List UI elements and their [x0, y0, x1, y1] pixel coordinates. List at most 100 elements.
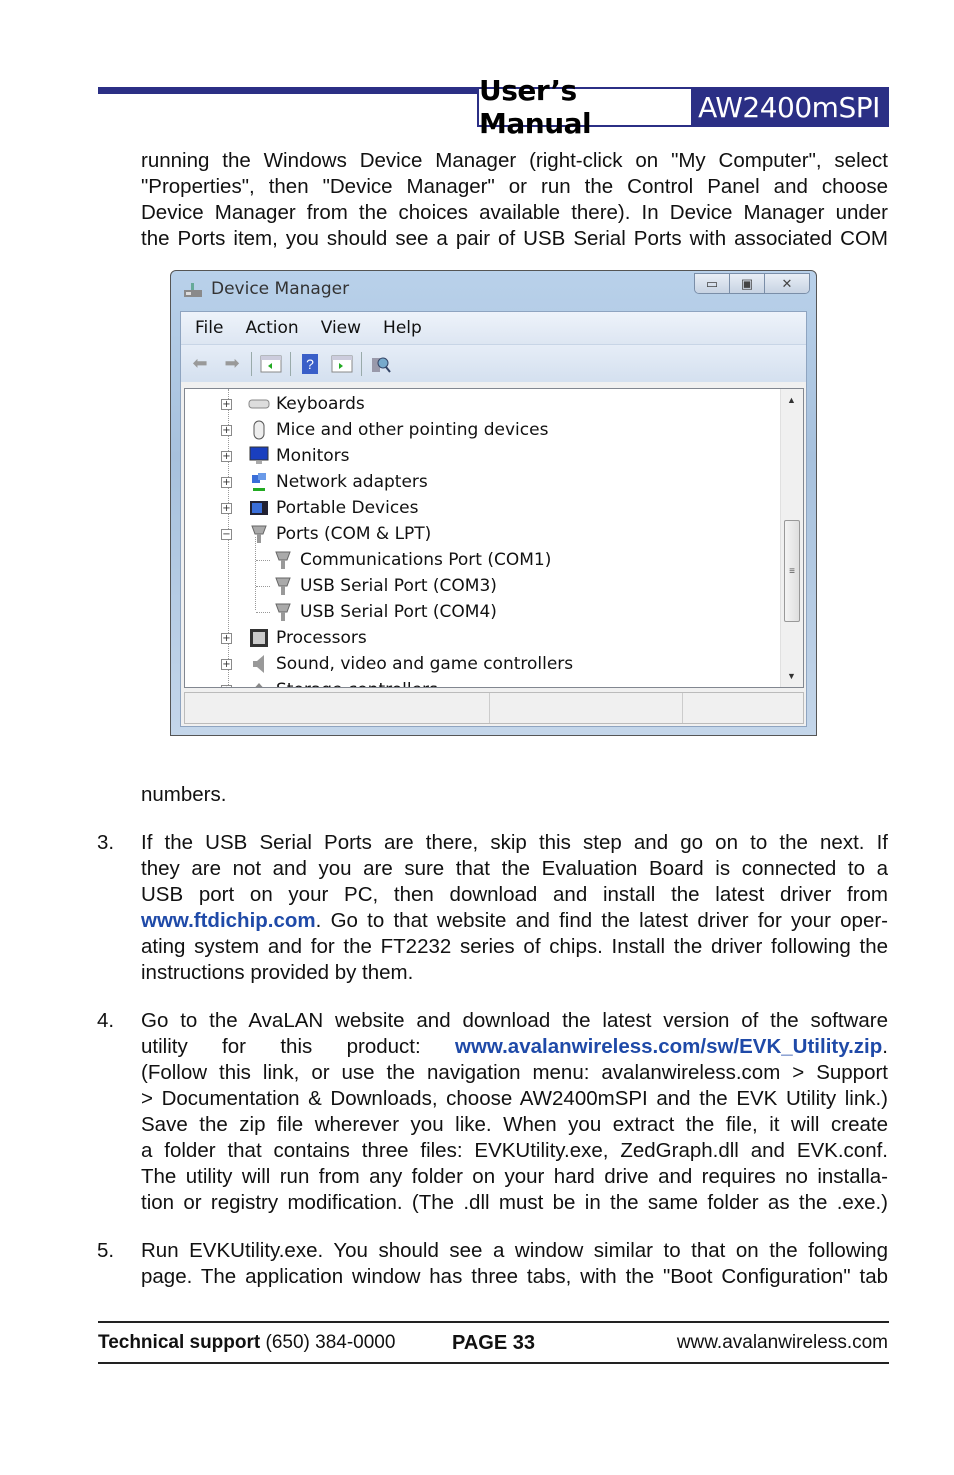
- footer-website: www.avalanwireless.com: [676, 1332, 888, 1353]
- maximize-button[interactable]: ▣: [730, 274, 765, 293]
- show-hide-console-tree-icon[interactable]: [258, 352, 284, 376]
- tree-item-label: USB Serial Port (COM4): [300, 602, 497, 622]
- status-pane: [185, 693, 490, 723]
- tree-item-processors[interactable]: + Processors: [221, 625, 367, 651]
- footer-support: Technical support (650) 384-0000: [98, 1332, 395, 1354]
- menu-view[interactable]: View: [321, 318, 361, 338]
- status-pane: [490, 693, 683, 723]
- header: User’s Manual AW2400mSPI: [477, 74, 889, 140]
- scrollbar-thumb[interactable]: ≡: [784, 520, 800, 622]
- tree-item-label: Mice and other pointing devices: [276, 420, 549, 440]
- status-bar: [184, 692, 804, 724]
- text-line: utility for this product: www.avalanwire…: [141, 1034, 888, 1060]
- expand-icon[interactable]: +: [221, 658, 232, 670]
- step-3: If the USB Serial Ports are there, skip …: [141, 830, 888, 986]
- toolbar-separator: [290, 351, 291, 376]
- toolbar-separator: [251, 351, 252, 376]
- scroll-up-arrow-icon[interactable]: ▲: [787, 395, 796, 405]
- header-rule: [98, 87, 478, 94]
- mouse-icon: [248, 420, 270, 440]
- step-5: Run EVKUtility.exe. You should see a win…: [141, 1238, 888, 1290]
- show-action-pane-icon[interactable]: [329, 352, 355, 376]
- text-line: www.ftdichip.com. Go to that website and…: [141, 908, 888, 934]
- page-number: PAGE 33: [452, 1332, 535, 1354]
- window-controls: ▭ ▣ ✕: [694, 273, 810, 294]
- forward-arrow-icon[interactable]: ➡: [219, 352, 245, 376]
- intro-continuation: numbers.: [141, 782, 888, 808]
- text-span: utility for this product:: [141, 1035, 421, 1058]
- menu-action[interactable]: Action: [245, 318, 298, 338]
- evk-utility-link[interactable]: www.avalanwireless.com/sw/EVK_Utility.zi…: [455, 1035, 882, 1058]
- text-line: If the USB Serial Ports are there, skip …: [141, 831, 888, 854]
- tree-item-label: Sound, video and game controllers: [276, 654, 574, 674]
- tree-item-label: Storage controllers: [276, 680, 438, 687]
- back-arrow-icon[interactable]: ⬅: [187, 352, 213, 376]
- tree-item-monitors[interactable]: + Monitors: [221, 443, 349, 469]
- text-line: "Properties", then "Device Manager" or r…: [141, 175, 888, 198]
- scroll-down-arrow-icon[interactable]: ▼: [787, 671, 796, 681]
- tree-item-com1[interactable]: Communications Port (COM1): [272, 547, 551, 573]
- tree-item-label: Communications Port (COM1): [300, 550, 552, 570]
- tree-item-mice[interactable]: + Mice and other pointing devices: [221, 417, 548, 443]
- text-line: page. The application window has three t…: [141, 1265, 888, 1288]
- expand-icon[interactable]: +: [221, 424, 232, 436]
- minimize-button[interactable]: ▭: [695, 274, 730, 293]
- expand-icon[interactable]: +: [221, 450, 232, 462]
- text-line: ating system and for the FT2232 series o…: [141, 935, 888, 958]
- device-tree: + Keyboards + Mice and other pointing de…: [184, 388, 804, 688]
- step-number: 3.: [97, 831, 115, 854]
- text-span: .: [882, 1035, 888, 1058]
- tree-item-storage[interactable]: + Storage controllers: [221, 677, 438, 687]
- network-icon: [248, 472, 270, 492]
- text-line: The utility will run from any folder on …: [141, 1165, 888, 1188]
- help-icon[interactable]: ?: [297, 352, 323, 376]
- text-line: running the Windows Device Manager (righ…: [141, 149, 888, 172]
- text-line: Go to the AvaLAN website and download th…: [141, 1009, 888, 1032]
- text-line: a folder that contains three files: EVKU…: [141, 1139, 888, 1162]
- collapse-icon[interactable]: −: [221, 528, 232, 540]
- scan-hardware-icon[interactable]: [368, 352, 394, 376]
- svg-text:?: ?: [306, 356, 314, 372]
- support-phone: (650) 384-0000: [265, 1332, 396, 1353]
- menu-bar: File Action View Help: [181, 312, 806, 344]
- expand-icon[interactable]: +: [221, 398, 232, 410]
- text-line: USB port on your PC, then download and i…: [141, 883, 888, 906]
- tree-item-com4[interactable]: USB Serial Port (COM4): [272, 599, 497, 625]
- product-name: AW2400mSPI: [691, 89, 887, 125]
- text-line: Device Manager from the choices availabl…: [141, 201, 888, 224]
- expand-icon[interactable]: +: [221, 476, 232, 488]
- menu-help[interactable]: Help: [383, 318, 422, 338]
- portable-device-icon: [248, 498, 270, 518]
- window-client: File Action View Help ⬅ ➡ ? + Keyboards: [180, 311, 807, 727]
- text-span: . Go to that website and find the latest…: [315, 909, 888, 932]
- menu-file[interactable]: File: [195, 318, 223, 338]
- vertical-scrollbar[interactable]: ▲ ≡ ▼: [780, 389, 803, 687]
- step-4: Go to the AvaLAN website and download th…: [141, 1008, 888, 1216]
- close-button[interactable]: ✕: [765, 274, 809, 293]
- tree-item-keyboards[interactable]: + Keyboards: [221, 391, 365, 417]
- tree-item-label: Keyboards: [276, 394, 365, 414]
- expand-icon[interactable]: +: [221, 632, 232, 644]
- keyboard-icon: [248, 394, 270, 414]
- tree-item-portable[interactable]: + Portable Devices: [221, 495, 419, 521]
- tree-item-label: USB Serial Port (COM3): [300, 576, 497, 596]
- expand-icon[interactable]: +: [221, 684, 232, 687]
- tree-item-sound[interactable]: + Sound, video and game controllers: [221, 651, 573, 677]
- tree-item-ports[interactable]: − Ports (COM & LPT): [221, 521, 431, 547]
- tree-item-label: Processors: [276, 628, 367, 648]
- step-number: 5.: [97, 1239, 115, 1262]
- step-number: 4.: [97, 1009, 115, 1032]
- support-label: Technical support: [98, 1332, 261, 1353]
- expand-icon[interactable]: +: [221, 502, 232, 514]
- ftdichip-link[interactable]: www.ftdichip.com: [141, 909, 316, 932]
- toolbar-separator: [361, 351, 362, 376]
- tree-item-com3[interactable]: USB Serial Port (COM3): [272, 573, 497, 599]
- text-line: (Follow this link, or use the navigation…: [141, 1061, 888, 1084]
- monitor-icon: [248, 446, 270, 466]
- text-line: tion or registry modification. (The .dll…: [141, 1191, 888, 1214]
- text-line: > Documentation & Downloads, choose AW24…: [141, 1087, 888, 1110]
- tree-item-network[interactable]: + Network adapters: [221, 469, 428, 495]
- storage-icon: [248, 680, 270, 687]
- footer-rule-top: [98, 1321, 889, 1323]
- tree-item-label: Monitors: [276, 446, 350, 466]
